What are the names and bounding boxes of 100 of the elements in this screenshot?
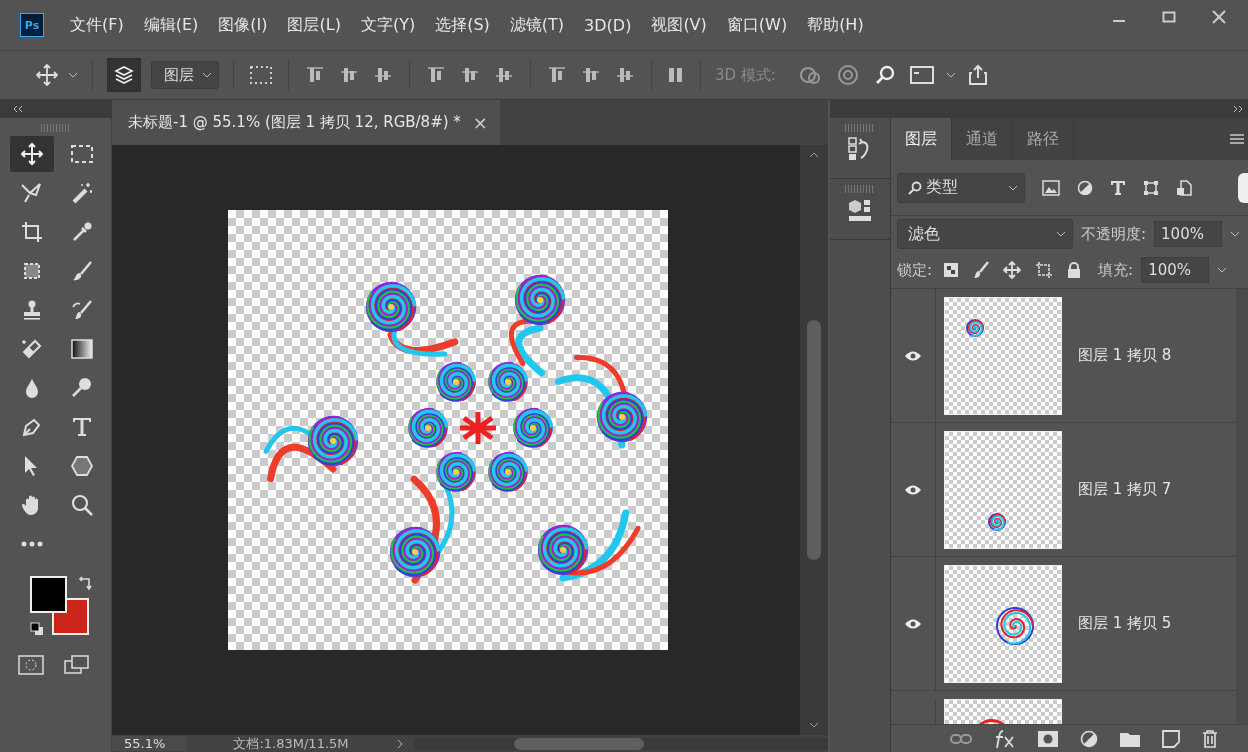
align-icon[interactable] (460, 65, 480, 85)
cube-icon[interactable] (847, 197, 873, 223)
trash-icon[interactable] (1202, 729, 1218, 748)
menu-item[interactable]: 图像(I) (218, 14, 268, 36)
eye-icon[interactable] (904, 349, 922, 362)
scrollbar-thumb[interactable] (807, 320, 821, 560)
screen-mode-icon[interactable] (64, 654, 90, 676)
link-icon[interactable] (950, 732, 972, 745)
tab-close-button[interactable]: × (472, 112, 488, 133)
layer-row[interactable]: 图层 1 拷贝 5 (891, 557, 1236, 691)
default-colors-icon[interactable] (30, 622, 44, 636)
lock-label: 锁定: (897, 260, 933, 280)
artboard-icon[interactable] (1035, 261, 1054, 279)
panel-tab[interactable]: 图层 (891, 118, 952, 160)
image-filter-icon[interactable] (1042, 179, 1060, 196)
opacity-label: 不透明度: (1081, 224, 1147, 244)
tool-button[interactable] (10, 136, 54, 172)
caret-icon[interactable] (1217, 266, 1228, 274)
align-icon[interactable] (339, 65, 359, 85)
menu-item[interactable]: 图层(L) (287, 14, 341, 36)
crop-icon (20, 220, 44, 244)
caret-icon[interactable] (945, 71, 956, 79)
checkerboard-icon[interactable] (943, 262, 960, 278)
align-icon[interactable] (373, 65, 393, 85)
align-icon[interactable] (305, 65, 325, 85)
align-icon[interactable] (494, 65, 514, 85)
maximize-icon[interactable] (1162, 10, 1176, 24)
horizontal-scrollbar[interactable] (414, 737, 828, 750)
eye-icon[interactable] (904, 617, 922, 630)
color-swatches-drawing[interactable] (30, 576, 90, 636)
blend-mode-dropdown[interactable]: 滤色 (897, 219, 1073, 249)
align-icon[interactable] (547, 65, 567, 85)
layer-row[interactable]: 图层 1 拷贝 7 (891, 423, 1236, 557)
menu-item[interactable]: 视图(V) (651, 14, 707, 36)
mask-icon[interactable] (1038, 730, 1058, 747)
effects-icon[interactable] (994, 728, 1016, 749)
align-icon[interactable] (426, 65, 446, 85)
scrollbar-thumb[interactable] (514, 737, 644, 750)
menu-item[interactable]: 文字(Y) (360, 14, 416, 36)
layer-name[interactable]: 图层 1 拷贝 7 (1078, 480, 1172, 499)
expand-icon[interactable] (1232, 105, 1244, 113)
align-icon[interactable] (581, 65, 601, 85)
menu-item[interactable]: 文件(F) (70, 14, 124, 36)
align-icon[interactable] (615, 65, 635, 85)
smart-object-filter-icon[interactable] (1176, 179, 1192, 196)
brush-with-arrow-icon (70, 298, 94, 322)
chevron-icon[interactable] (396, 738, 404, 749)
layer-name[interactable]: 图层 1 拷贝 8 (1078, 346, 1172, 365)
layer-name[interactable]: 图层 1 拷贝 5 (1078, 614, 1172, 633)
menu-item[interactable]: 帮助(H) (807, 14, 864, 36)
menu-icon[interactable] (1230, 133, 1244, 145)
blend-mode-value: 滤色 (908, 223, 940, 245)
layer-row[interactable]: 图层 1 拷贝 8 (891, 289, 1236, 423)
zoom-icon (70, 493, 94, 517)
share-icon[interactable] (967, 64, 988, 86)
menu-item[interactable]: 滤镜(T) (509, 14, 565, 36)
filter-dropdown[interactable]: 类型 (897, 172, 1025, 203)
menu-item[interactable]: 编辑(E) (143, 14, 199, 36)
quick-mask-icon[interactable] (18, 654, 44, 676)
new-layer-icon[interactable] (1162, 729, 1180, 748)
more-icon (20, 540, 44, 548)
menu-item[interactable]: 窗口(W) (726, 14, 788, 36)
type-icon (70, 415, 94, 439)
collapse-icon[interactable] (12, 105, 24, 113)
folder-icon[interactable] (1120, 730, 1140, 747)
document-tab[interactable]: 未标题-1 @ 55.1% (图层 1 拷贝 12, RGB/8#) * × (112, 100, 500, 145)
adjustment-filter-icon[interactable] (1077, 179, 1093, 196)
adjustment-layer-icon[interactable] (1080, 729, 1098, 748)
screen-icon[interactable] (909, 65, 934, 85)
zoom-level[interactable]: 55.1% (112, 736, 186, 751)
opacity-field[interactable]: 100% (1154, 221, 1223, 247)
move-icon (20, 142, 44, 166)
lock-icon[interactable] (1067, 262, 1082, 278)
brush-icon[interactable] (973, 261, 990, 279)
caret-icon (1008, 183, 1018, 192)
transform-controls-icon[interactable] (248, 64, 274, 86)
type-filter-icon[interactable] (1110, 179, 1126, 196)
fill-label: 填充: (1098, 260, 1134, 280)
vertical-scrollbar[interactable] (800, 145, 828, 735)
eraser-icon (20, 337, 44, 361)
move-icon[interactable] (1003, 261, 1022, 279)
shape-filter-icon[interactable] (1143, 179, 1159, 196)
menu-item[interactable]: 选择(S) (435, 14, 490, 36)
dashed-rectangle-icon (70, 143, 94, 165)
roll-icon[interactable] (835, 63, 860, 87)
move-icon[interactable] (36, 64, 58, 86)
document-size: 文档:1.83M/11.5M (232, 734, 350, 752)
app-logo[interactable]: Ps (20, 13, 44, 37)
scroll-up-icon[interactable] (809, 151, 819, 159)
fill-field[interactable]: 100% (1141, 257, 1210, 283)
swap-arrows-icon[interactable] (78, 576, 94, 592)
filter-toggle[interactable] (1238, 172, 1248, 203)
close-icon[interactable] (1212, 10, 1226, 24)
scroll-down-icon[interactable] (809, 721, 819, 729)
eye-icon[interactable] (904, 483, 922, 496)
auto-select-button[interactable] (107, 58, 141, 92)
menu-item[interactable]: 3D(D) (584, 15, 632, 35)
caret-icon[interactable] (1230, 230, 1241, 238)
layer-dropdown[interactable]: 图层 (151, 61, 219, 89)
caret-icon[interactable] (68, 71, 78, 79)
